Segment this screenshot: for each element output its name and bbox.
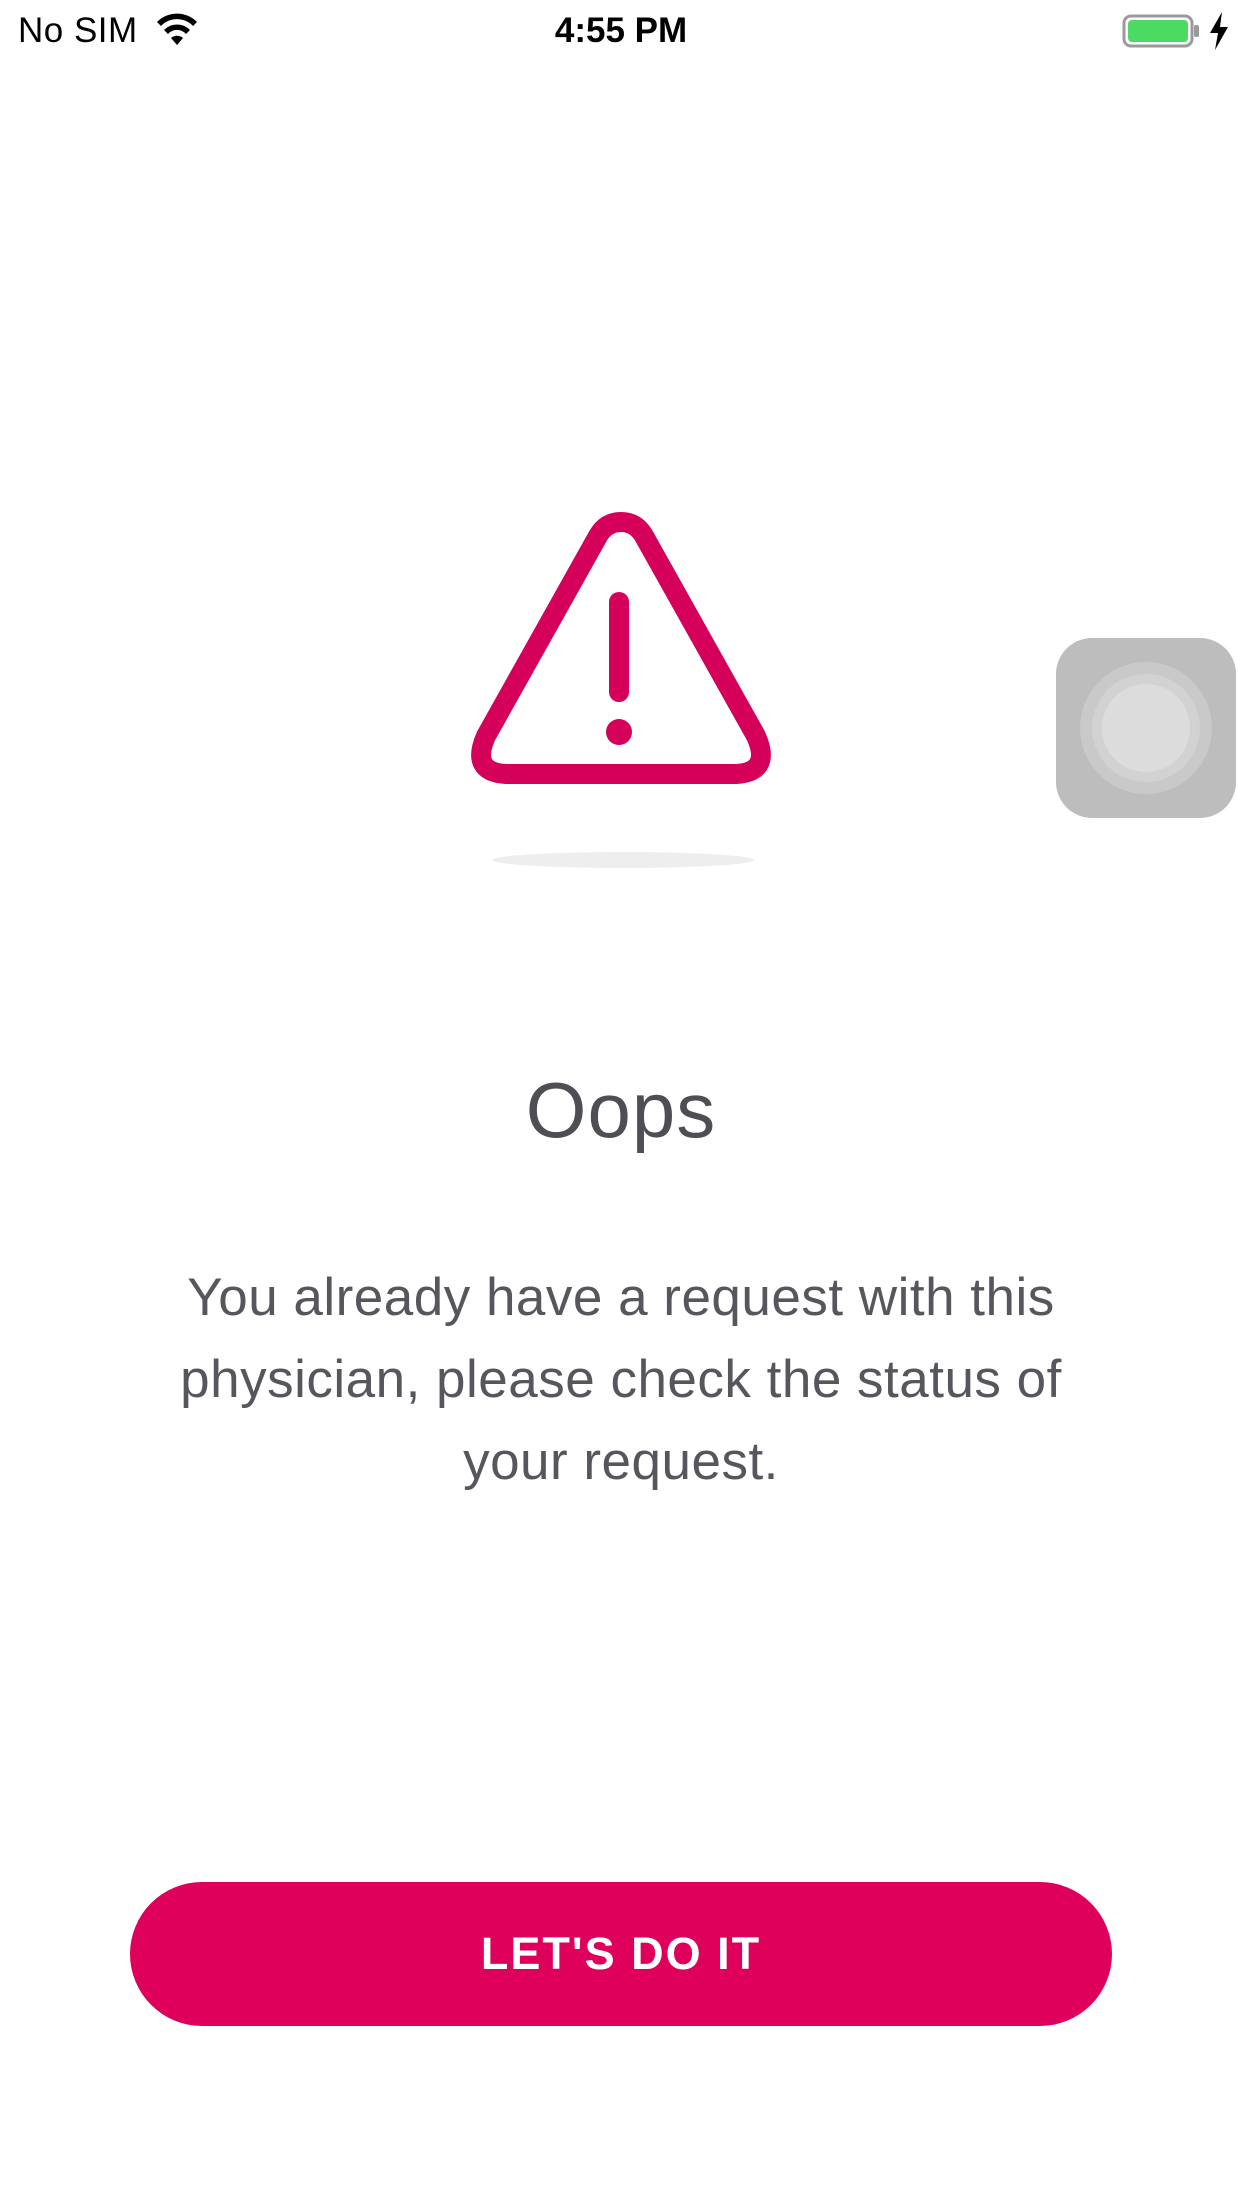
warning-triangle-icon [471,512,771,784]
charging-bolt-icon [1210,12,1228,50]
status-bar: No SIM 4:55 PM [0,0,1242,62]
icon-shadow [492,852,754,868]
assistive-touch-button[interactable] [1056,638,1236,818]
alert-message: You already have a request with this phy… [180,1268,1062,1491]
status-time: 4:55 PM [554,11,688,50]
lets-do-it-button[interactable]: LET'S DO IT [130,1882,1112,2026]
assistive-touch-icon [1080,662,1212,794]
battery-icon [1122,14,1199,48]
alert-title: Oops [525,1066,717,1155]
oops-screen: No SIM 4:55 PM Oops You already have a r… [0,0,1242,2208]
